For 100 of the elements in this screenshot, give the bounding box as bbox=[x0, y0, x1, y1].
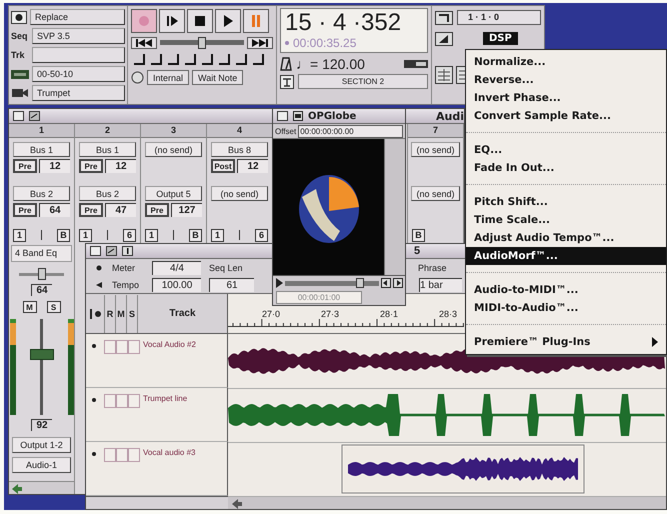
toggle-box[interactable] bbox=[116, 394, 128, 408]
close-box[interactable] bbox=[13, 111, 24, 121]
send-button[interactable]: (no send) bbox=[411, 142, 460, 157]
solo-button[interactable]: S bbox=[46, 301, 60, 313]
menu-item[interactable]: Audio-to-MIDI™... bbox=[466, 281, 666, 299]
level-field[interactable]: 12 bbox=[39, 159, 70, 173]
column-header[interactable]: R bbox=[104, 294, 115, 332]
level-field[interactable]: 47 bbox=[105, 203, 136, 217]
column-header[interactable]: Track bbox=[137, 294, 227, 332]
track-name[interactable]: Vocal Audio #2 bbox=[143, 340, 196, 349]
level-field[interactable]: 64 bbox=[39, 203, 70, 217]
left-arrow-icon[interactable] bbox=[12, 484, 22, 494]
level-field[interactable]: 12 bbox=[105, 159, 136, 173]
fast-forward-button[interactable] bbox=[247, 36, 273, 48]
text-field[interactable]: 61 bbox=[209, 278, 254, 292]
menu-item[interactable]: Reverse... bbox=[466, 71, 666, 89]
mode-button[interactable]: Pre bbox=[13, 203, 37, 217]
ruler-label: 28·1 bbox=[380, 309, 400, 319]
menu-item[interactable]: Fade In Out... bbox=[466, 159, 666, 177]
toggle-box[interactable] bbox=[128, 394, 140, 408]
send-button[interactable]: Bus 2 bbox=[13, 186, 70, 201]
text-field[interactable]: SVP 3.5 bbox=[32, 28, 125, 44]
send-button[interactable]: Bus 8 bbox=[211, 142, 268, 157]
insert-field[interactable]: 4 Band Eq bbox=[11, 245, 72, 262]
metronome-icon bbox=[280, 56, 292, 70]
voice-button[interactable]: 1 bbox=[13, 228, 26, 242]
horizontal-scrollbar[interactable] bbox=[228, 497, 666, 509]
text-field[interactable]: 00-50-10 bbox=[32, 66, 125, 82]
menu-title[interactable]: DSP bbox=[483, 32, 518, 45]
column-header[interactable]: S bbox=[126, 294, 137, 332]
stop-icon bbox=[193, 14, 207, 28]
voice-button[interactable]: B bbox=[412, 228, 425, 242]
toggle-box[interactable] bbox=[104, 448, 116, 462]
output-button[interactable]: Output 1-2 bbox=[12, 437, 71, 453]
track-name[interactable]: Trumpet line bbox=[143, 394, 188, 403]
playback-slider[interactable] bbox=[285, 278, 379, 288]
toggle-box[interactable] bbox=[104, 394, 116, 408]
toggle-box[interactable] bbox=[104, 340, 116, 354]
grid-icon[interactable] bbox=[435, 66, 453, 84]
voice-button[interactable]: B bbox=[189, 228, 202, 242]
offset-field[interactable]: 00:00:00:00.00 bbox=[298, 124, 403, 138]
close-box[interactable] bbox=[90, 246, 101, 256]
sync-button[interactable]: Internal bbox=[147, 70, 190, 85]
marker-field[interactable]: SECTION 2 bbox=[298, 74, 428, 89]
menu-item[interactable]: MIDI-to-Audio™... bbox=[466, 299, 666, 317]
track-name[interactable]: Vocal audio #3 bbox=[143, 448, 196, 457]
step-button[interactable] bbox=[159, 9, 185, 33]
toggle-box[interactable] bbox=[116, 340, 128, 354]
toggle-box[interactable] bbox=[128, 448, 140, 462]
text-field[interactable]: Replace bbox=[30, 9, 125, 25]
send-button[interactable]: Bus 2 bbox=[79, 186, 136, 201]
position-field[interactable]: 1 · 1 · 0 bbox=[457, 10, 541, 25]
voice-button[interactable]: 1 bbox=[79, 228, 92, 242]
menu-item[interactable]: Pitch Shift... bbox=[466, 193, 666, 211]
send-button[interactable]: (no send) bbox=[211, 186, 268, 201]
text-field[interactable]: 4/4 bbox=[152, 260, 201, 274]
send-button[interactable]: (no send) bbox=[411, 186, 460, 201]
menu-item[interactable]: EQ... bbox=[466, 141, 666, 159]
record-button[interactable] bbox=[131, 9, 157, 33]
menu-item[interactable]: Adjust Audio Tempo™... bbox=[466, 229, 666, 247]
track-button[interactable]: Audio-1 bbox=[12, 457, 71, 473]
toggle-box[interactable] bbox=[116, 448, 128, 462]
menu-item[interactable]: Convert Sample Rate... bbox=[466, 107, 666, 125]
text-field[interactable] bbox=[32, 47, 125, 63]
mode-button[interactable]: Pre bbox=[79, 159, 103, 173]
send-button[interactable]: (no send) bbox=[145, 142, 202, 157]
voice-button[interactable]: 1 bbox=[211, 228, 224, 242]
menu-item[interactable]: Invert Phase... bbox=[466, 89, 666, 107]
menu-item[interactable]: Normalize... bbox=[466, 53, 666, 71]
voice-button[interactable]: 6 bbox=[255, 228, 268, 242]
level-field[interactable]: 12 bbox=[237, 159, 268, 173]
voice-button[interactable]: 1 bbox=[145, 228, 158, 242]
step-forward-icon[interactable] bbox=[393, 278, 403, 288]
play-icon[interactable] bbox=[275, 278, 283, 288]
send-button[interactable]: Output 5 bbox=[145, 186, 202, 201]
mute-button[interactable]: M bbox=[22, 301, 36, 313]
menu-item[interactable]: AudioMorf™... bbox=[466, 247, 666, 265]
stop-button[interactable] bbox=[187, 9, 213, 33]
step-back-icon[interactable] bbox=[381, 278, 391, 288]
toggle-box[interactable] bbox=[128, 340, 140, 354]
mode-button[interactable]: Pre bbox=[145, 203, 169, 217]
voice-button[interactable]: 6 bbox=[123, 228, 136, 242]
menu-item[interactable]: Premiere™ Plug-Ins bbox=[466, 333, 666, 351]
rewind-button[interactable] bbox=[131, 36, 157, 48]
text-field[interactable]: 100.00 bbox=[152, 278, 201, 292]
level-field[interactable]: 127 bbox=[171, 203, 202, 217]
pause-button[interactable] bbox=[243, 9, 269, 33]
send-button[interactable]: Bus 1 bbox=[13, 142, 70, 157]
play-button[interactable] bbox=[215, 9, 241, 33]
menu-item[interactable]: Time Scale... bbox=[466, 211, 666, 229]
mode-button[interactable]: Pre bbox=[13, 159, 37, 173]
send-button[interactable]: Bus 1 bbox=[79, 142, 136, 157]
text-field[interactable]: Trumpet bbox=[32, 85, 125, 101]
mode-button[interactable]: Pre bbox=[79, 203, 103, 217]
mode-button[interactable]: Post bbox=[211, 159, 235, 173]
close-box[interactable] bbox=[277, 111, 288, 121]
text-field[interactable]: 1 bar bbox=[419, 278, 462, 292]
wait-note-button[interactable]: Wait Note bbox=[192, 70, 244, 85]
voice-button[interactable]: B bbox=[57, 228, 70, 242]
column-header[interactable]: M bbox=[115, 294, 126, 332]
